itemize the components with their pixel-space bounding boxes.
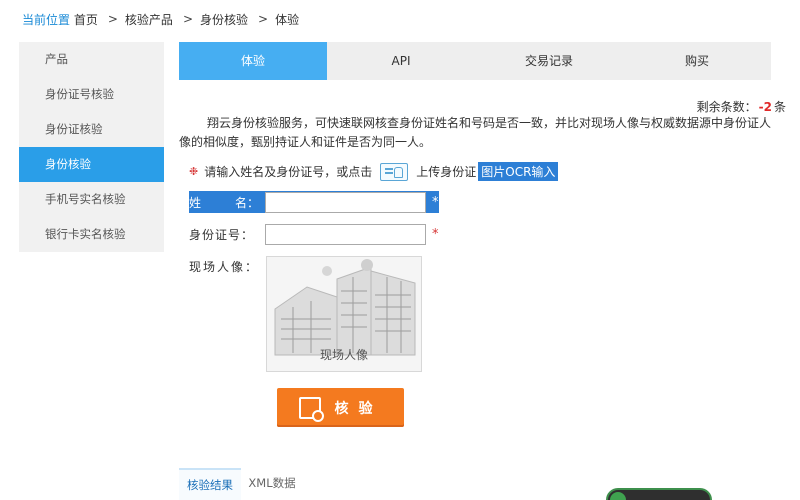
verify-button-label: 核验	[334, 400, 383, 417]
breadcrumb-separator: >	[182, 12, 193, 26]
verify-button[interactable]: 核验	[277, 388, 404, 427]
photo-upload[interactable]: 现场人像	[266, 256, 422, 372]
name-label: 姓名：	[189, 195, 260, 210]
sidebar: 产品 身份证号核验 身份证核验 身份核验 手机号实名核验 银行卡实名核验	[19, 42, 164, 252]
breadcrumb-separator: >	[258, 12, 269, 26]
tab-api[interactable]: API	[327, 42, 475, 80]
name-row: 姓名： *	[189, 191, 439, 213]
breadcrumb-separator: >	[107, 12, 118, 26]
page: 当前位置 首页 > 核验产品 > 身份核验 > 体验 产品 身份证号核验 身份证…	[0, 0, 800, 500]
tab-purchase[interactable]: 购买	[623, 42, 771, 80]
id-card-upload-icon[interactable]	[380, 162, 409, 181]
sidebar-item-products[interactable]: 产品	[19, 42, 164, 77]
tab-xml-data[interactable]: XML数据	[241, 468, 303, 500]
sidebar-item-id-card-check[interactable]: 身份证核验	[19, 112, 164, 147]
result-tabs: 核验结果 XML数据	[179, 468, 303, 500]
breadcrumb: 当前位置 首页 > 核验产品 > 身份核验 > 体验	[22, 10, 299, 28]
remaining-count: 剩余条数： -2 条	[697, 98, 786, 115]
remaining-label: 剩余条数：	[696, 100, 757, 114]
required-mark: *	[432, 194, 439, 210]
name-input[interactable]	[265, 191, 426, 213]
sidebar-item-phone-realname-check[interactable]: 手机号实名核验	[19, 182, 164, 217]
hint-symbol: ❉	[189, 165, 199, 178]
id-number-input[interactable]	[265, 224, 426, 245]
ocr-input-link[interactable]: 图片OCR输入	[478, 162, 559, 181]
sidebar-item-bankcard-realname-check[interactable]: 银行卡实名核验	[19, 217, 164, 252]
sidebar-item-identity-check[interactable]: 身份核验	[19, 147, 164, 182]
remaining-value: -2	[758, 100, 772, 114]
tab-trial[interactable]: 体验	[179, 42, 327, 80]
tab-verify-result[interactable]: 核验结果	[179, 468, 241, 500]
photo-caption: 现场人像	[319, 348, 368, 362]
breadcrumb-label: 当前位置	[22, 12, 71, 27]
id-search-icon	[298, 396, 324, 422]
required-mark: *	[432, 227, 439, 242]
tab-bar: 体验 API 交易记录 购买	[179, 42, 771, 80]
hint-upload-text: 上传身份证	[416, 165, 477, 179]
tab-transactions[interactable]: 交易记录	[475, 42, 623, 80]
photo-label: 现场人像：	[189, 260, 260, 274]
input-hint: ❉ 请输入姓名及身份证号，或点击 上传身份证 图片OCR输入	[189, 162, 559, 181]
online-chat-widget[interactable]	[606, 488, 712, 500]
breadcrumb-products[interactable]: 核验产品	[125, 11, 173, 28]
breadcrumb-home[interactable]: 首页	[74, 11, 98, 28]
chat-icon	[610, 492, 626, 500]
service-description: 翔云身份核验服务，可快速联网核查身份证姓名和号码是否一致，并比对现场人像与权威数…	[179, 116, 772, 149]
id-number-row: 身份证号： *	[189, 224, 439, 245]
hint-text: 请输入姓名及身份证号，或点击	[204, 165, 373, 179]
remaining-unit: 条	[773, 100, 786, 114]
breadcrumb-current: 体验	[275, 12, 300, 27]
breadcrumb-identity[interactable]: 身份核验	[200, 11, 248, 28]
sidebar-item-id-number-check[interactable]: 身份证号核验	[19, 77, 164, 112]
id-number-label: 身份证号：	[189, 228, 255, 242]
